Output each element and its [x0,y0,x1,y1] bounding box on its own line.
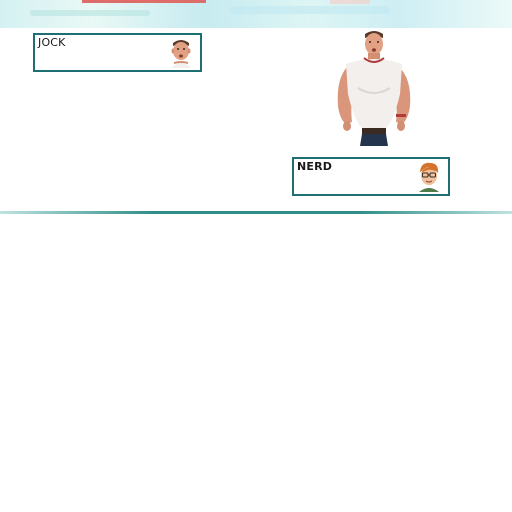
game-screen: JOCK NERD [0,0,512,512]
nerd-face-icon [413,160,445,192]
jock-face-icon [165,36,197,68]
red-banner-strip [82,0,206,3]
player-status-box: NERD [292,157,450,196]
enemy-name: JOCK [38,36,66,49]
command-area [0,214,512,512]
cloud-stripe [30,10,150,16]
player-name: NERD [297,160,333,173]
jock-full-body-icon [337,31,411,146]
sky-background [0,0,512,28]
battle-field: JOCK NERD [0,0,512,214]
cloud-stripe [230,6,390,14]
enemy-status-box: JOCK [33,33,202,72]
cloud-stripe [330,0,370,4]
